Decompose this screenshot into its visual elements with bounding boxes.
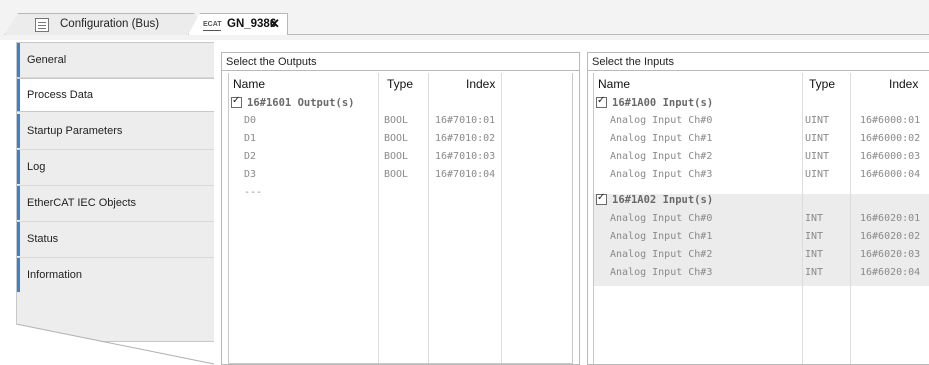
row-type: BOOL: [384, 151, 409, 162]
row-type: INT: [805, 213, 824, 224]
table-row[interactable]: ---: [229, 184, 574, 202]
outputs-panel: Select the Outputs Name Type Index 16#16…: [221, 52, 580, 365]
table-row[interactable]: Analog Input Ch#0 INT 16#6020:01: [594, 210, 929, 228]
row-name: Analog Input Ch#3: [610, 267, 713, 278]
nav-item-general[interactable]: General: [17, 43, 214, 77]
inputs-panel-title: Select the Inputs: [592, 56, 674, 68]
row-name: ---: [244, 187, 263, 198]
editor-tab-strip: Configuration (Bus) ECAT GN_9386 ✕: [0, 0, 929, 40]
ethercat-icon: ECAT: [203, 19, 222, 31]
row-index: 16#7010:03: [435, 151, 496, 162]
table-row[interactable]: Analog Input Ch#2 UINT 16#6000:03: [594, 148, 929, 166]
inputs-header-index[interactable]: Index: [889, 77, 918, 91]
nav-bottom-edge: [16, 324, 215, 365]
outputs-header-name[interactable]: Name: [233, 77, 265, 91]
inputs-table: Name Type Index 16#1A00 Input(s) Analog …: [593, 73, 929, 364]
row-type: BOOL: [384, 115, 409, 126]
group-checkbox[interactable]: [231, 95, 242, 108]
table-row[interactable]: D0 BOOL 16#7010:01: [229, 112, 574, 130]
nav-item-ethercat-iec-objects[interactable]: EtherCAT IEC Objects: [17, 186, 214, 220]
device-editor-nav: General Process Data Startup Parameters …: [16, 42, 214, 342]
nav-item-label: Startup Parameters: [27, 125, 123, 137]
row-index: 16#6020:04: [860, 267, 921, 278]
row-name: D1: [244, 133, 257, 144]
tab-strip-divider: [288, 34, 929, 35]
table-row[interactable]: Analog Input Ch#2 INT 16#6020:03: [594, 246, 929, 264]
tab-configuration-bus-label: Configuration (Bus): [60, 18, 160, 30]
nav-item-label: General: [27, 54, 67, 66]
nav-item-log[interactable]: Log: [17, 150, 214, 184]
row-index: 16#7010:02: [435, 133, 496, 144]
row-index: 16#7010:04: [435, 169, 496, 180]
row-index: 16#6000:03: [860, 151, 921, 162]
nav-item-label: Status: [27, 233, 59, 245]
inputs-panel: Select the Inputs Name Type Index 16#1A0…: [587, 52, 929, 365]
inputs-title-divider: [588, 70, 929, 71]
group-label: 16#1601 Output(s): [247, 97, 355, 109]
table-row[interactable]: Analog Input Ch#1 UINT 16#6000:02: [594, 130, 929, 148]
row-type: INT: [805, 249, 824, 260]
row-index: 16#6000:01: [860, 115, 921, 126]
row-name: Analog Input Ch#0: [610, 213, 713, 224]
outputs-panel-title: Select the Outputs: [226, 56, 317, 68]
nav-item-status[interactable]: Status: [17, 222, 214, 256]
table-row[interactable]: Analog Input Ch#3 INT 16#6020:04: [594, 264, 929, 282]
row-type: INT: [805, 231, 824, 242]
inputs-header-name[interactable]: Name: [598, 77, 630, 91]
outputs-header-type[interactable]: Type: [387, 77, 413, 91]
group-label: 16#1A00 Input(s): [612, 97, 714, 109]
tab-gn-9386[interactable]: ECAT GN_9386 ✕: [188, 13, 288, 35]
row-type: BOOL: [384, 169, 409, 180]
outputs-table: Name Type Index 16#1601 Output(s) D0 BOO…: [228, 73, 573, 364]
row-name: Analog Input Ch#2: [610, 151, 713, 162]
table-row[interactable]: Analog Input Ch#0 UINT 16#6000:01: [594, 112, 929, 130]
row-type: INT: [805, 267, 824, 278]
row-type: UINT: [805, 133, 830, 144]
config-table-icon: [35, 18, 49, 32]
row-name: Analog Input Ch#0: [610, 115, 713, 126]
outputs-title-divider: [222, 70, 579, 71]
row-index: 16#6020:03: [860, 249, 921, 260]
table-row[interactable]: Analog Input Ch#1 INT 16#6020:02: [594, 228, 929, 246]
close-icon[interactable]: ✕: [269, 16, 280, 32]
row-name: Analog Input Ch#2: [610, 249, 713, 260]
row-index: 16#7010:01: [435, 115, 496, 126]
nav-item-information[interactable]: Information: [17, 258, 214, 292]
table-row[interactable]: D2 BOOL 16#7010:03: [229, 148, 574, 166]
row-name: D0: [244, 115, 257, 126]
row-index: 16#6000:02: [860, 133, 921, 144]
tab-configuration-bus[interactable]: Configuration (Bus): [4, 13, 210, 35]
row-type: UINT: [805, 169, 830, 180]
nav-item-label: Log: [27, 161, 46, 173]
row-index: 16#6020:01: [860, 213, 921, 224]
row-name: D3: [244, 169, 257, 180]
outputs-header-index[interactable]: Index: [466, 77, 495, 91]
nav-item-label: EtherCAT IEC Objects: [27, 197, 137, 209]
row-name: D2: [244, 151, 257, 162]
group-label: 16#1A02 Input(s): [612, 194, 714, 206]
table-row[interactable]: Analog Input Ch#3 UINT 16#6000:04: [594, 166, 929, 184]
row-index: 16#6000:04: [860, 169, 921, 180]
row-type: UINT: [805, 151, 830, 162]
row-name: Analog Input Ch#1: [610, 231, 713, 242]
row-name: Analog Input Ch#3: [610, 169, 713, 180]
table-row[interactable]: D1 BOOL 16#7010:02: [229, 130, 574, 148]
group-checkbox[interactable]: [596, 192, 607, 205]
inputs-header-type[interactable]: Type: [809, 77, 835, 91]
row-type: UINT: [805, 115, 830, 126]
row-type: BOOL: [384, 133, 409, 144]
table-row[interactable]: D3 BOOL 16#7010:04: [229, 166, 574, 184]
nav-item-process-data[interactable]: Process Data: [17, 78, 214, 112]
row-index: 16#6020:02: [860, 231, 921, 242]
nav-item-label: Process Data: [27, 89, 94, 101]
group-checkbox[interactable]: [596, 95, 607, 108]
row-name: Analog Input Ch#1: [610, 133, 713, 144]
nav-item-startup-parameters[interactable]: Startup Parameters: [17, 114, 214, 148]
nav-item-label: Information: [27, 269, 83, 281]
